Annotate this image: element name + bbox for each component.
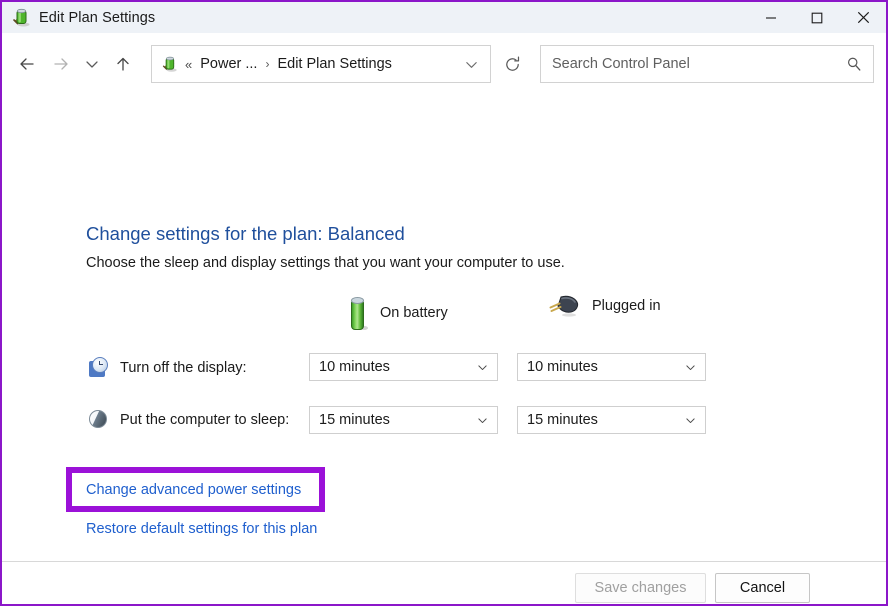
sleep-moon-icon bbox=[88, 409, 109, 430]
up-button[interactable] bbox=[106, 47, 140, 81]
column-header-on-battery: On battery bbox=[347, 293, 448, 333]
row-label-turn-off-display: Turn off the display: bbox=[88, 357, 247, 378]
column-header-label: On battery bbox=[380, 305, 448, 321]
chevron-down-icon[interactable] bbox=[681, 411, 699, 429]
battery-icon bbox=[347, 293, 369, 333]
dropdown-display-plugged-in[interactable]: 10 minutes bbox=[517, 353, 706, 381]
chevron-down-icon[interactable] bbox=[681, 358, 699, 376]
search-box[interactable] bbox=[540, 45, 874, 83]
breadcrumb-item-edit-plan-settings[interactable]: Edit Plan Settings bbox=[277, 56, 391, 72]
navigation-bar: « Power ... › Edit Plan Settings bbox=[2, 33, 886, 95]
chevron-down-icon[interactable] bbox=[473, 411, 491, 429]
breadcrumb-power-options-icon bbox=[161, 56, 178, 73]
cancel-button[interactable]: Cancel bbox=[715, 573, 810, 603]
content-area: Change settings for the plan: Balanced C… bbox=[2, 95, 886, 604]
refresh-button[interactable] bbox=[493, 47, 531, 81]
save-changes-button[interactable]: Save changes bbox=[575, 573, 706, 603]
title-bar: Edit Plan Settings bbox=[2, 2, 886, 33]
footer-divider bbox=[2, 561, 886, 562]
chevron-down-icon[interactable] bbox=[473, 358, 491, 376]
breadcrumb-item-power[interactable]: Power ... bbox=[200, 56, 257, 72]
display-clock-icon bbox=[88, 357, 109, 378]
link-change-advanced-power-settings[interactable]: Change advanced power settings bbox=[86, 482, 301, 498]
address-bar[interactable]: « Power ... › Edit Plan Settings bbox=[151, 45, 491, 83]
row-label-text: Turn off the display: bbox=[120, 360, 247, 376]
page-title: Change settings for the plan: Balanced bbox=[86, 223, 405, 245]
power-plug-icon bbox=[547, 293, 581, 319]
dropdown-sleep-plugged-in[interactable]: 15 minutes bbox=[517, 406, 706, 434]
maximize-button[interactable] bbox=[794, 2, 840, 33]
dropdown-value: 10 minutes bbox=[319, 359, 473, 375]
edit-plan-settings-window: Edit Plan Settings bbox=[0, 0, 888, 606]
dropdown-value: 15 minutes bbox=[527, 412, 681, 428]
row-label-text: Put the computer to sleep: bbox=[120, 412, 289, 428]
recent-locations-button[interactable] bbox=[78, 47, 106, 81]
breadcrumb-separator-icon: › bbox=[265, 58, 269, 70]
dropdown-display-on-battery[interactable]: 10 minutes bbox=[309, 353, 498, 381]
back-button[interactable] bbox=[10, 47, 44, 81]
power-options-icon bbox=[11, 8, 31, 28]
address-dropdown-icon[interactable] bbox=[458, 49, 484, 79]
search-icon[interactable] bbox=[843, 53, 865, 75]
window-controls bbox=[748, 2, 886, 33]
forward-button[interactable] bbox=[44, 47, 78, 81]
dropdown-value: 15 minutes bbox=[319, 412, 473, 428]
dropdown-value: 10 minutes bbox=[527, 359, 681, 375]
search-input[interactable] bbox=[552, 56, 843, 72]
column-header-label: Plugged in bbox=[592, 298, 661, 314]
window-title: Edit Plan Settings bbox=[39, 10, 155, 26]
close-button[interactable] bbox=[840, 2, 886, 33]
dropdown-sleep-on-battery[interactable]: 15 minutes bbox=[309, 406, 498, 434]
page-subtitle: Choose the sleep and display settings th… bbox=[86, 255, 565, 271]
breadcrumb-overflow-icon[interactable]: « bbox=[185, 58, 192, 71]
minimize-button[interactable] bbox=[748, 2, 794, 33]
link-restore-default-settings[interactable]: Restore default settings for this plan bbox=[86, 521, 317, 537]
column-header-plugged-in: Plugged in bbox=[547, 293, 661, 319]
row-label-put-computer-to-sleep: Put the computer to sleep: bbox=[88, 409, 289, 430]
